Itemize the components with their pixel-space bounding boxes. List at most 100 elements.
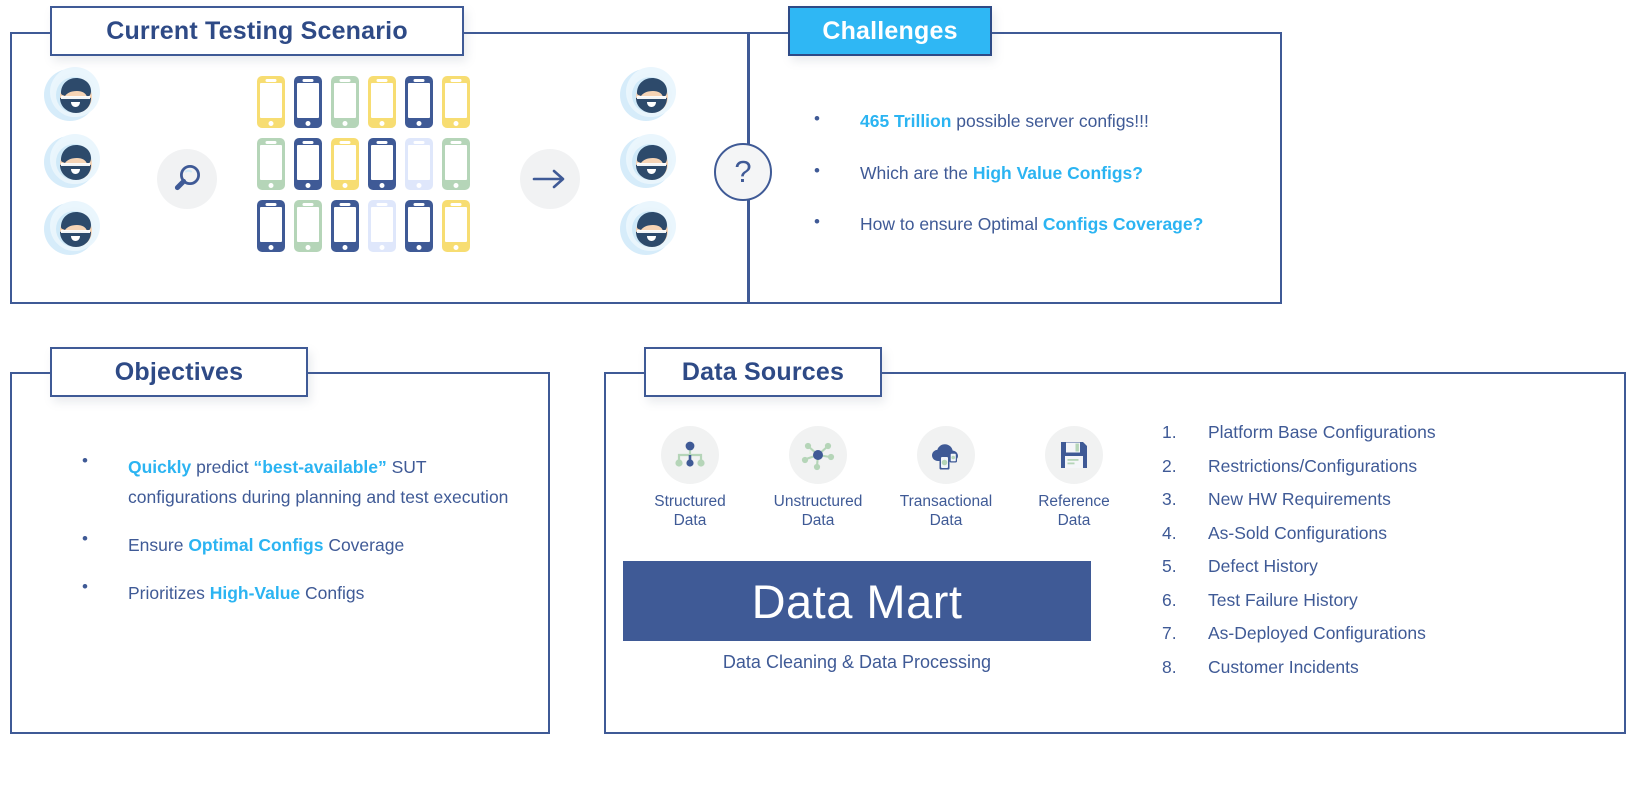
phone-icon [442, 76, 470, 128]
bullet-text: Quickly predict “best-available” SUT con… [128, 452, 532, 512]
avatar [44, 134, 100, 190]
phone-icon [442, 138, 470, 190]
challenges-panel: • 465 Trillion possible server configs!!… [748, 32, 1282, 304]
plain-text-2: Configs [300, 583, 365, 604]
label-line-2: Data [1057, 511, 1091, 529]
left-avatar-column [44, 67, 100, 257]
plain-text: How to ensure Optimal [860, 214, 1043, 235]
label-line-1: Structured [654, 493, 726, 510]
right-avatar-column [620, 67, 676, 257]
list-item: • 465 Trillion possible server configs!!… [814, 109, 1244, 134]
data-source-label: Unstructured Data [774, 493, 863, 531]
avatar [44, 67, 100, 123]
phone-icon [405, 76, 433, 128]
avatar [620, 67, 676, 123]
panel-title-text: Data Sources [681, 357, 845, 386]
list-label: Restrictions/Configurations [1208, 455, 1418, 476]
phone-icon [331, 138, 359, 190]
highlight-text: High Value Configs? [972, 162, 1143, 183]
list-index: 4. [1162, 522, 1177, 543]
list-label: Customer Incidents [1208, 656, 1359, 677]
phone-icon [294, 138, 322, 190]
infographic-canvas: ? • 465 Trillion possible server configs… [0, 0, 1636, 798]
question-mark-glyph: ? [734, 154, 752, 189]
list-item: 4. As-Sold Configurations [1162, 523, 1436, 544]
challenges-bullet-list: • 465 Trillion possible server configs!!… [814, 109, 1244, 237]
bullet-marker: • [82, 529, 88, 549]
list-index: 3. [1162, 489, 1177, 509]
avatar [620, 134, 676, 190]
phone-grid [257, 76, 479, 262]
data-source-label: Reference Data [1038, 493, 1110, 531]
plain-text: possible server configs!!! [951, 111, 1149, 131]
list-item: 1. Platform Base Configurations [1162, 422, 1436, 443]
phone-icon [368, 138, 396, 190]
highlight-text: Quickly [128, 457, 192, 477]
label-line-1: Transactional [899, 493, 993, 510]
plain-text: Prioritizes [128, 583, 210, 604]
phone-icon [405, 138, 433, 190]
cloud-money-icon [917, 426, 975, 484]
list-index: 2. [1162, 455, 1177, 476]
list-item: • How to ensure Optimal Configs Coverage… [814, 213, 1244, 237]
list-item: 2. Restrictions/Configurations [1162, 456, 1436, 477]
bullet-marker: • [814, 109, 820, 128]
list-item: • Quickly predict “best-available” SUT c… [82, 451, 532, 512]
data-sources-numbered-list: 1. Platform Base Configurations 2. Restr… [1162, 422, 1436, 690]
bullet-text: Ensure Optimal Configs Coverage [128, 530, 404, 560]
phone-icon [294, 200, 322, 252]
list-label: Defect History [1208, 556, 1318, 576]
list-item: • Ensure Optimal Configs Coverage [82, 529, 532, 560]
phone-icon [442, 200, 470, 252]
highlight-text-2: “best-available” [253, 457, 387, 477]
network-node-icon [789, 426, 847, 484]
data-sources-panel-title: Data Sources [644, 347, 882, 397]
phone-icon [257, 76, 285, 128]
hierarchy-icon [661, 426, 719, 484]
list-index: 6. [1162, 589, 1177, 610]
objectives-panel: • Quickly predict “best-available” SUT c… [10, 372, 550, 734]
list-index: 8. [1162, 656, 1177, 677]
bullet-marker: • [814, 212, 820, 232]
highlight-text: High-Value [209, 583, 301, 604]
list-item: 5. Defect History [1162, 556, 1436, 577]
bullet-text: How to ensure Optimal Configs Coverage? [860, 213, 1203, 237]
challenges-panel-title: Challenges [788, 6, 992, 56]
question-mark-icon: ? [714, 143, 772, 201]
avatar [44, 201, 100, 257]
list-label: New HW Requirements [1208, 489, 1391, 509]
phone-icon [331, 200, 359, 252]
highlight-text: Optimal Configs [188, 535, 324, 556]
current-testing-scenario-panel [10, 32, 748, 304]
list-item: 7. As-Deployed Configurations [1162, 623, 1436, 644]
label-line-2: Data [801, 511, 835, 529]
plain-text: Ensure [128, 535, 189, 556]
list-index: 1. [1162, 422, 1177, 442]
scenario-panel-title: Current Testing Scenario [50, 6, 464, 56]
data-mart-label: Data Mart [751, 574, 963, 628]
list-item: 3. New HW Requirements [1162, 489, 1436, 510]
data-mart-caption: Data Cleaning & Data Processing [722, 652, 992, 672]
list-label: Platform Base Configurations [1208, 422, 1436, 442]
highlight-text: Configs Coverage? [1042, 214, 1204, 235]
data-source-transactional: Transactional Data [882, 426, 1010, 531]
arrow-right-icon [520, 149, 580, 209]
bullet-marker: • [82, 577, 88, 597]
objectives-panel-title: Objectives [50, 347, 308, 397]
objectives-bullet-list: • Quickly predict “best-available” SUT c… [82, 451, 532, 626]
bullet-marker: • [82, 451, 88, 470]
floppy-disk-icon [1045, 426, 1103, 484]
data-source-icons: Structured Data Unstructured Data Transa… [626, 426, 1138, 531]
list-label: As-Sold Configurations [1208, 522, 1387, 543]
bullet-text: Which are the High Value Configs? [860, 162, 1143, 186]
list-item: 8. Customer Incidents [1162, 657, 1436, 678]
phone-icon [257, 138, 285, 190]
magnifier-icon [157, 149, 217, 209]
data-source-label: Transactional Data [900, 493, 992, 531]
phone-icon [405, 200, 433, 252]
phone-icon [294, 76, 322, 128]
phone-icon [257, 200, 285, 252]
plain-text: predict [191, 457, 254, 477]
phone-icon [331, 76, 359, 128]
list-label: As-Deployed Configurations [1208, 623, 1426, 643]
